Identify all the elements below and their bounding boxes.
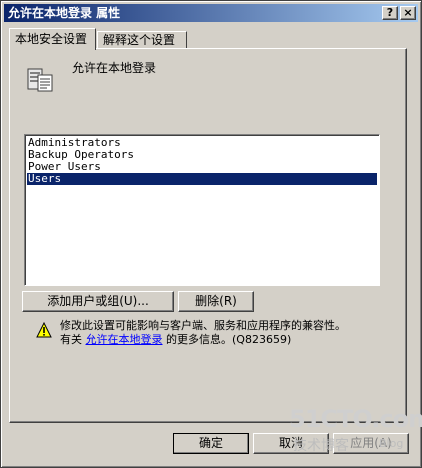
- watermark-sub: 技术博客: [293, 438, 349, 454]
- watermark-site: 51CTO.com: [289, 405, 422, 433]
- title-bar[interactable]: 允许在本地登录 属性 ? ×: [4, 4, 418, 22]
- more-info-prefix: 有关: [60, 333, 82, 346]
- list-item[interactable]: Power Users: [27, 161, 377, 173]
- close-button[interactable]: ×: [400, 6, 416, 20]
- warning-icon: [36, 322, 52, 338]
- warning-message: 修改此设置可能影响与客户端、服务和应用程序的兼容性。: [60, 319, 346, 332]
- more-info-suffix: 的更多信息。(Q823659): [166, 333, 292, 346]
- remove-button[interactable]: 删除(R): [178, 291, 254, 312]
- users-listbox[interactable]: Administrators Backup Operators Power Us…: [24, 134, 380, 286]
- tab-panel: 允许在本地登录 Administrators Backup Operators …: [9, 48, 407, 423]
- watermark-blog: Blog: [379, 437, 404, 450]
- list-item-selected[interactable]: Users: [27, 173, 377, 185]
- warning-more-info: 有关 允许在本地登录 的更多信息。(Q823659): [60, 333, 400, 347]
- ok-button[interactable]: 确定: [173, 433, 249, 454]
- tab-explain-setting[interactable]: 解释这个设置: [97, 31, 187, 49]
- policy-server-icon: [27, 68, 53, 92]
- properties-dialog: 允许在本地登录 属性 ? × 本地安全设置 解释这个设置 允许在本地登录 Adm…: [0, 0, 422, 468]
- site-watermark: 51CTO.com 技术博客 Blog: [289, 405, 422, 465]
- policy-help-link[interactable]: 允许在本地登录: [86, 333, 163, 346]
- help-button[interactable]: ?: [382, 6, 398, 20]
- tab-local-security-setting[interactable]: 本地安全设置: [9, 28, 96, 50]
- window-title: 允许在本地登录 属性: [8, 6, 121, 20]
- policy-name: 允许在本地登录: [72, 61, 157, 75]
- add-user-or-group-button[interactable]: 添加用户或组(U)...: [22, 291, 174, 312]
